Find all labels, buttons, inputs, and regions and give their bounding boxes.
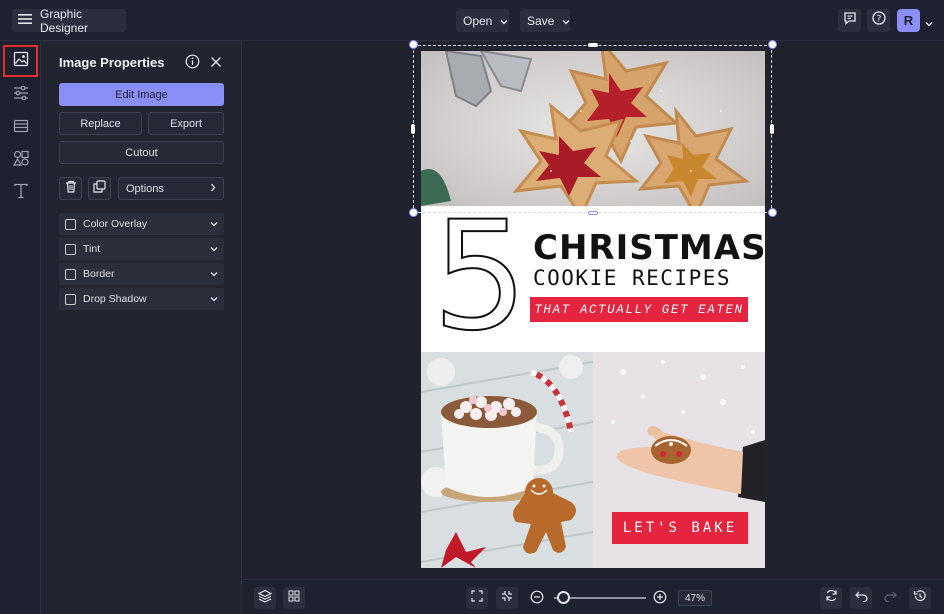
help-button[interactable]: ? [867,9,890,32]
chevron-down-icon[interactable] [925,14,933,32]
chevron-down-icon [210,268,218,280]
export-button[interactable]: Export [148,112,224,135]
layers-button[interactable] [254,587,276,609]
effect-tint[interactable]: Tint [59,238,224,260]
comments-button[interactable] [838,9,861,32]
gingerbread-hand-photo[interactable]: LET'S BAKE [593,352,765,568]
resize-handle-right[interactable] [770,124,774,134]
options-button[interactable]: Options [118,177,224,200]
sliders-icon [13,85,29,105]
lets-bake-badge[interactable]: LET'S BAKE [612,512,748,544]
duplicate-button[interactable] [88,177,111,200]
rail-item-image-properties[interactable] [3,45,38,77]
refresh-icon [825,589,838,607]
effect-label: Color Overlay [83,218,148,230]
redo-icon [883,589,897,607]
checkbox[interactable] [65,218,76,230]
bottom-toolbar: 47% [243,579,944,614]
image-icon [13,51,29,72]
effect-drop-shadow[interactable]: Drop Shadow [59,288,224,310]
tool-rail [0,41,41,614]
layers-icon [257,589,273,608]
rail-item-adjustments[interactable] [3,79,38,111]
grid-icon [288,589,300,607]
expand-icon [471,589,483,607]
hot-chocolate-photo[interactable] [421,352,593,568]
info-icon[interactable] [185,54,200,74]
resize-handle-top-right[interactable] [768,40,777,49]
zoom-level-field[interactable]: 47% [678,590,712,606]
svg-text:5: 5 [435,210,525,334]
chevron-down-icon [500,14,508,28]
hamburger-icon [18,13,32,28]
headline-block[interactable]: 5 CHRISTMAS COOKIE RECIPES THAT ACTUALLY… [421,206,765,352]
fit-screen-button[interactable] [466,587,488,609]
open-label: Open [463,13,493,28]
big-number-5[interactable]: 5 [435,210,525,334]
app-menu-button[interactable]: Graphic Designer [12,6,126,35]
rail-item-text[interactable] [3,177,38,209]
text-icon [13,183,29,204]
headline-christmas[interactable]: CHRISTMAS [533,228,765,268]
chevron-down-icon [210,293,218,305]
effect-label: Tint [83,243,101,255]
collapse-icon [501,589,513,607]
headline-cookie-recipes[interactable]: COOKIE RECIPES [533,266,731,290]
image-properties-panel: Image Properties Edit Image Replace Expo… [42,41,242,614]
history-icon [913,589,927,608]
chevron-down-icon [210,218,218,230]
duplicate-icon [93,179,106,198]
zoom-slider-thumb[interactable] [557,591,570,604]
close-icon[interactable] [210,55,222,73]
effect-border[interactable]: Border [59,263,224,285]
history-button[interactable] [909,587,931,609]
grid-button[interactable] [283,587,305,609]
poster-canvas[interactable]: 5 CHRISTMAS COOKIE RECIPES THAT ACTUALLY… [421,51,765,568]
tagline-badge[interactable]: THAT ACTUALLY GET EATEN [530,297,748,322]
zoom-in-icon[interactable] [653,590,667,609]
open-dropdown[interactable]: Open [456,9,509,32]
checkbox[interactable] [65,293,76,305]
avatar[interactable]: R [897,9,920,32]
app-title: Graphic Designer [40,6,89,35]
checkbox[interactable] [65,268,76,280]
options-label: Options [126,182,164,195]
effect-color-overlay[interactable]: Color Overlay [59,213,224,235]
layout-icon [13,119,29,138]
rail-item-graphics[interactable] [3,144,38,176]
save-label: Save [527,13,555,28]
cutout-button[interactable]: Cutout [59,141,224,164]
resize-handle-top[interactable] [588,43,598,47]
edit-image-button[interactable]: Edit Image [59,83,224,106]
cookie-photo[interactable] [421,51,765,206]
save-dropdown[interactable]: Save [520,9,570,32]
comment-icon [843,11,857,30]
undo-button[interactable] [850,587,872,609]
zoom-out-icon[interactable] [530,590,544,609]
chevron-down-icon [562,14,570,28]
rail-item-layouts[interactable] [3,112,38,144]
resize-handle-bottom-left[interactable] [409,208,418,217]
trash-icon [65,180,77,198]
resize-handle-top-left[interactable] [409,40,418,49]
panel-title: Image Properties [59,55,165,70]
resize-handle-bottom-right[interactable] [768,208,777,217]
effect-label: Border [83,268,115,280]
delete-button[interactable] [59,177,82,200]
chevron-right-icon [210,183,216,195]
shapes-icon [12,150,29,171]
resize-handle-bottom[interactable] [588,211,598,215]
resize-handle-left[interactable] [411,124,415,134]
svg-text:?: ? [876,14,881,24]
resize-canvas-button[interactable] [820,587,842,609]
redo-button[interactable] [879,587,901,609]
checkbox[interactable] [65,243,76,255]
effect-label: Drop Shadow [83,293,147,305]
undo-icon [854,589,868,607]
chevron-down-icon [210,243,218,255]
replace-button[interactable]: Replace [59,112,142,135]
help-icon: ? [871,11,886,30]
top-bar: Graphic Designer Open Save ? R [0,0,944,41]
actual-size-button[interactable] [496,587,518,609]
